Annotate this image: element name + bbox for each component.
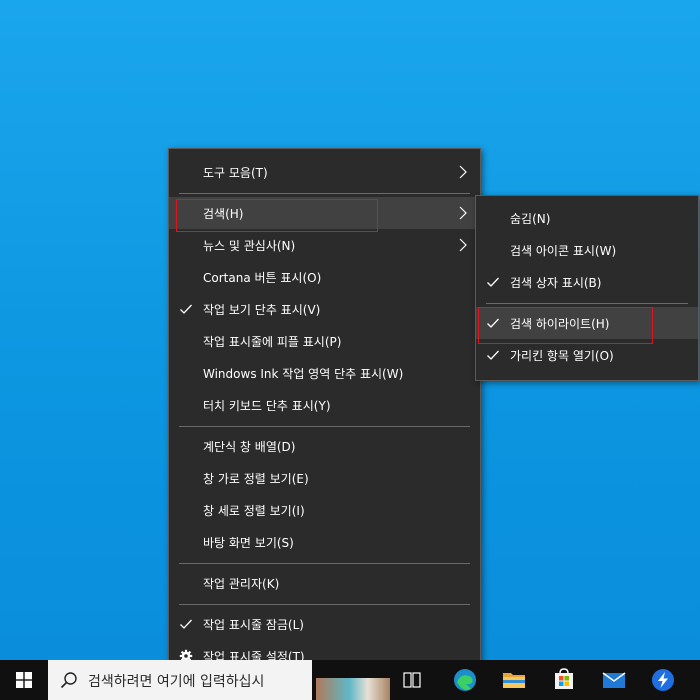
menu-item-touch-keyboard[interactable]: 터치 키보드 단추 표시(Y) [169, 389, 480, 421]
edge-button[interactable] [449, 664, 481, 696]
menu-item-label: 작업 보기 단추 표시(V) [203, 302, 321, 317]
menu-separator [486, 303, 688, 304]
search-highlight-illustration [316, 678, 390, 700]
mail-button[interactable] [598, 664, 630, 696]
menu-item-cortana[interactable]: Cortana 버튼 표시(O) [169, 261, 480, 293]
menu-item-people[interactable]: 작업 표시줄에 피플 표시(P) [169, 325, 480, 357]
menu-item-label: 작업 관리자(K) [203, 576, 280, 591]
menu-item-label: Cortana 버튼 표시(O) [203, 270, 322, 285]
search-icon [60, 672, 77, 689]
menu-item-news[interactable]: 뉴스 및 관심사(N) [169, 229, 480, 261]
menu-separator [179, 604, 470, 605]
menu-item-show-desktop[interactable]: 바탕 화면 보기(S) [169, 526, 480, 558]
start-button[interactable] [0, 660, 48, 700]
menu-item-label: 터치 키보드 단추 표시(Y) [203, 398, 331, 413]
taskbar: 검색하려면 여기에 입력하십시 [0, 660, 700, 700]
store-button[interactable] [548, 664, 580, 696]
menu-item-label: 도구 모음(T) [203, 165, 268, 180]
menu-item-lock-taskbar[interactable]: 작업 표시줄 잠금(L) [169, 608, 480, 640]
lightning-app-icon [652, 669, 674, 691]
checkmark-icon [487, 350, 499, 360]
menu-item-label: 작업 표시줄에 피플 표시(P) [203, 334, 342, 349]
task-view-button[interactable] [400, 668, 424, 692]
menu-separator [179, 193, 470, 194]
menu-item-label: 뉴스 및 관심사(N) [203, 238, 296, 253]
chevron-right-icon [459, 165, 467, 179]
taskbar-search-box[interactable]: 검색하려면 여기에 입력하십시 [48, 660, 390, 700]
menu-item-task-view[interactable]: 작업 보기 단추 표시(V) [169, 293, 480, 325]
checkmark-icon [180, 619, 192, 629]
submenu-item-show-search-icon[interactable]: 검색 아이콘 표시(W) [476, 234, 698, 266]
annotation-box-search-highlights [478, 307, 653, 344]
menu-item-label: 검색 상자 표시(B) [510, 275, 602, 290]
menu-item-label: 검색 아이콘 표시(W) [510, 243, 617, 258]
chevron-right-icon [459, 238, 467, 252]
checkmark-icon [180, 304, 192, 314]
menu-item-side-by-side[interactable]: 창 세로 정렬 보기(I) [169, 494, 480, 526]
menu-separator [179, 563, 470, 564]
menu-item-label: 바탕 화면 보기(S) [203, 535, 294, 550]
submenu-item-show-search-box[interactable]: 검색 상자 표시(B) [476, 266, 698, 298]
store-icon [555, 668, 573, 689]
menu-item-label: 작업 표시줄 잠금(L) [203, 617, 304, 632]
menu-item-label: 창 세로 정렬 보기(I) [203, 503, 305, 518]
windows-logo-icon [16, 672, 32, 688]
menu-item-label: 창 가로 정렬 보기(E) [203, 471, 309, 486]
menu-item-label: 숨김(N) [510, 211, 551, 226]
submenu-item-hidden[interactable]: 숨김(N) [476, 202, 698, 234]
search-submenu: 숨김(N) 검색 아이콘 표시(W) 검색 상자 표시(B) 검색 하이라이트(… [475, 195, 699, 381]
menu-item-toolbars[interactable]: 도구 모음(T) [169, 156, 480, 188]
app-button[interactable] [647, 664, 679, 696]
menu-item-label: Windows Ink 작업 영역 단추 표시(W) [203, 366, 404, 381]
file-explorer-button[interactable] [498, 664, 530, 696]
annotation-box-search [176, 199, 378, 232]
checkmark-icon [487, 277, 499, 287]
menu-item-cascade[interactable]: 계단식 창 배열(D) [169, 430, 480, 462]
search-placeholder: 검색하려면 여기에 입력하십시 [88, 674, 265, 690]
menu-separator [179, 426, 470, 427]
menu-item-label: 계단식 창 배열(D) [203, 439, 296, 454]
chevron-right-icon [459, 206, 467, 220]
task-view-icon [403, 672, 421, 688]
menu-item-windows-ink[interactable]: Windows Ink 작업 영역 단추 표시(W) [169, 357, 480, 389]
edge-icon [454, 669, 476, 691]
menu-item-stacked[interactable]: 창 가로 정렬 보기(E) [169, 462, 480, 494]
menu-item-label: 가리킨 항목 열기(O) [510, 348, 614, 363]
menu-item-task-manager[interactable]: 작업 관리자(K) [169, 567, 480, 599]
folder-icon [503, 673, 525, 688]
mail-icon [602, 672, 626, 688]
